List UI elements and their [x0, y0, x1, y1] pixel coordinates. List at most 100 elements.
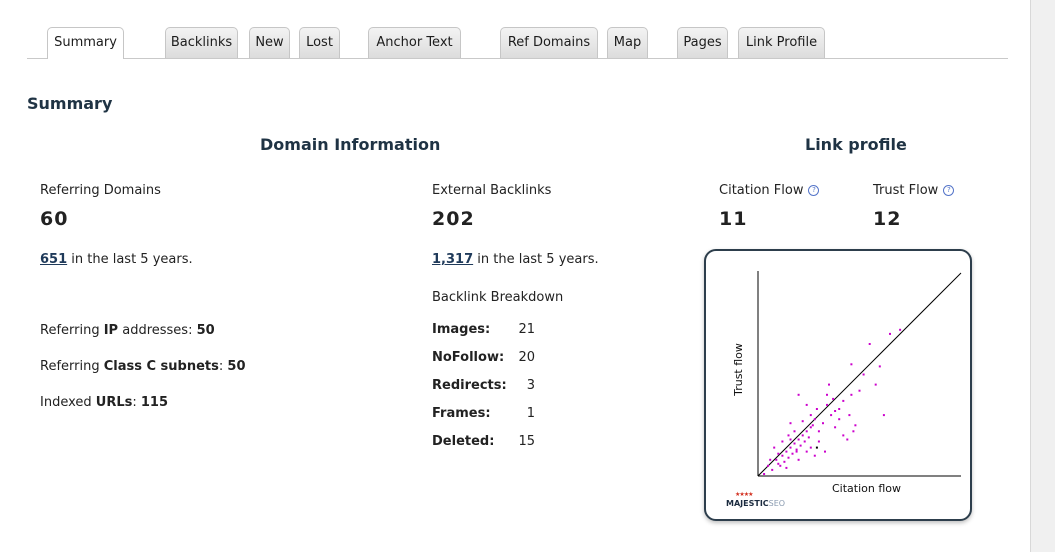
- tab-summary[interactable]: Summary: [47, 27, 124, 59]
- scatter-point: [805, 450, 808, 453]
- scatter-point: [799, 444, 802, 447]
- scatter-point: [862, 373, 865, 376]
- scatter-point: [789, 446, 792, 449]
- scatter-point: [777, 462, 780, 465]
- tab-map[interactable]: Map: [607, 27, 648, 58]
- referring-domains-history-link[interactable]: 651: [40, 252, 67, 267]
- class-c-value: 50: [227, 359, 246, 374]
- citation-flow-label: Citation Flow?: [719, 183, 820, 198]
- majestic-logo-text: MAJESTIC: [726, 499, 769, 508]
- citation-flow-label-text: Citation Flow: [719, 183, 804, 198]
- indexed-urls-bold: URLs: [95, 395, 133, 410]
- indexed-urls-value: 115: [140, 395, 169, 410]
- scatter-point: [822, 422, 824, 425]
- tab-backlinks[interactable]: Backlinks: [165, 27, 238, 58]
- scatter-point: [838, 418, 841, 421]
- trust-flow-label-text: Trust Flow: [873, 183, 939, 198]
- external-backlinks-history: 1,317 in the last 5 years.: [432, 252, 599, 267]
- scatter-point: [813, 454, 816, 457]
- breakdown-deleted-value: 15: [518, 434, 535, 449]
- scatter-point: [805, 403, 808, 406]
- referring-ip-bold: IP: [103, 323, 119, 338]
- scatter-point: [858, 389, 861, 392]
- breakdown-frames-label: Frames:: [432, 406, 491, 421]
- scatter-point: [795, 448, 798, 451]
- scatter-point: [793, 430, 796, 433]
- breakdown-deleted-label: Deleted:: [432, 434, 495, 449]
- scatter-point: [854, 424, 857, 427]
- scatter-point: [795, 450, 798, 453]
- scatter-point: [848, 414, 851, 417]
- scatter-point: [767, 464, 770, 467]
- scatter-point: [785, 450, 788, 453]
- referring-ip-value: 50: [196, 323, 215, 338]
- breakdown-nofollow-label: NoFollow:: [432, 350, 505, 365]
- site-marker-point: [815, 446, 818, 449]
- link-profile-title: Link profile: [805, 135, 907, 154]
- scatter-point: [797, 393, 800, 396]
- scatter-point: [824, 450, 826, 453]
- scatter-point: [809, 446, 812, 449]
- breakdown-redirects-label: Redirects:: [432, 378, 507, 393]
- flow-scatter-plot: [757, 271, 962, 477]
- tab-pages[interactable]: Pages: [677, 27, 728, 58]
- breakdown-nofollow-value: 20: [518, 350, 535, 365]
- tab-anchor-text[interactable]: Anchor Text: [368, 27, 461, 58]
- indexed-urls-middle: :: [132, 395, 141, 410]
- scatter-point: [777, 452, 780, 455]
- indexed-urls-prefix: Indexed: [40, 395, 96, 410]
- class-c-row: Referring Class C subnets: 50: [40, 359, 246, 374]
- trust-flow-value: 12: [873, 208, 902, 230]
- majestic-logo-suffix: SEO: [768, 499, 786, 508]
- scatter-point: [842, 399, 845, 402]
- scatter-point: [834, 410, 837, 412]
- scatter-point: [763, 473, 766, 475]
- majestic-seo-logo: MAJESTICSEO: [726, 499, 785, 508]
- trust-flow-label: Trust Flow?: [873, 183, 955, 198]
- scatter-point: [803, 440, 806, 443]
- scatter-point: [797, 458, 800, 461]
- scatter-point: [811, 424, 814, 427]
- external-backlinks-history-suffix: in the last 5 years.: [473, 252, 599, 267]
- backlink-breakdown-title: Backlink Breakdown: [432, 290, 564, 305]
- scatter-point: [817, 440, 820, 443]
- scatter-point: [785, 466, 788, 469]
- scatter-point: [775, 458, 778, 461]
- tab-new[interactable]: New: [249, 27, 290, 58]
- scatter-point: [771, 468, 774, 471]
- citation-flow-help-icon[interactable]: ?: [808, 185, 820, 196]
- scatter-point: [801, 420, 804, 423]
- scatter-point: [852, 430, 855, 433]
- scatter-point: [781, 454, 784, 457]
- scatter-point: [838, 408, 841, 410]
- scatter-point: [809, 426, 812, 429]
- scatter-point: [826, 393, 828, 396]
- citation-flow-value: 11: [719, 208, 748, 230]
- referring-domains-label: Referring Domains: [40, 183, 161, 198]
- scatter-point: [874, 383, 877, 386]
- breakdown-frames-value: 1: [526, 406, 535, 421]
- scatter-point: [779, 464, 782, 467]
- tab-lost[interactable]: Lost: [299, 27, 340, 58]
- referring-ip-row: Referring IP addresses: 50: [40, 323, 215, 338]
- tab-ref-domains[interactable]: Ref Domains: [500, 27, 598, 58]
- scatter-point: [807, 436, 810, 439]
- scatter-point: [815, 408, 818, 410]
- breakdown-images-label: Images:: [432, 322, 491, 337]
- external-backlinks-history-link[interactable]: 1,317: [432, 252, 473, 267]
- flow-metrics-chart: Citation flow Trust flow ★★★★ MAJESTICSE…: [704, 249, 972, 521]
- scatter-point: [850, 363, 853, 366]
- external-backlinks-label: External Backlinks: [432, 183, 552, 198]
- trust-flow-help-icon[interactable]: ?: [943, 185, 955, 196]
- scatter-point: [882, 414, 885, 417]
- class-c-prefix: Referring: [40, 359, 104, 374]
- scatter-point: [809, 414, 812, 417]
- scatter-point: [773, 446, 776, 449]
- scatter-point: [826, 403, 828, 406]
- x-axis-label: Citation flow: [832, 482, 902, 495]
- referring-ip-prefix: Referring: [40, 323, 104, 338]
- scatter-point: [791, 452, 794, 455]
- scatter-point: [850, 393, 853, 396]
- referring-ip-middle: addresses:: [118, 323, 197, 338]
- tab-link-profile[interactable]: Link Profile: [738, 27, 825, 58]
